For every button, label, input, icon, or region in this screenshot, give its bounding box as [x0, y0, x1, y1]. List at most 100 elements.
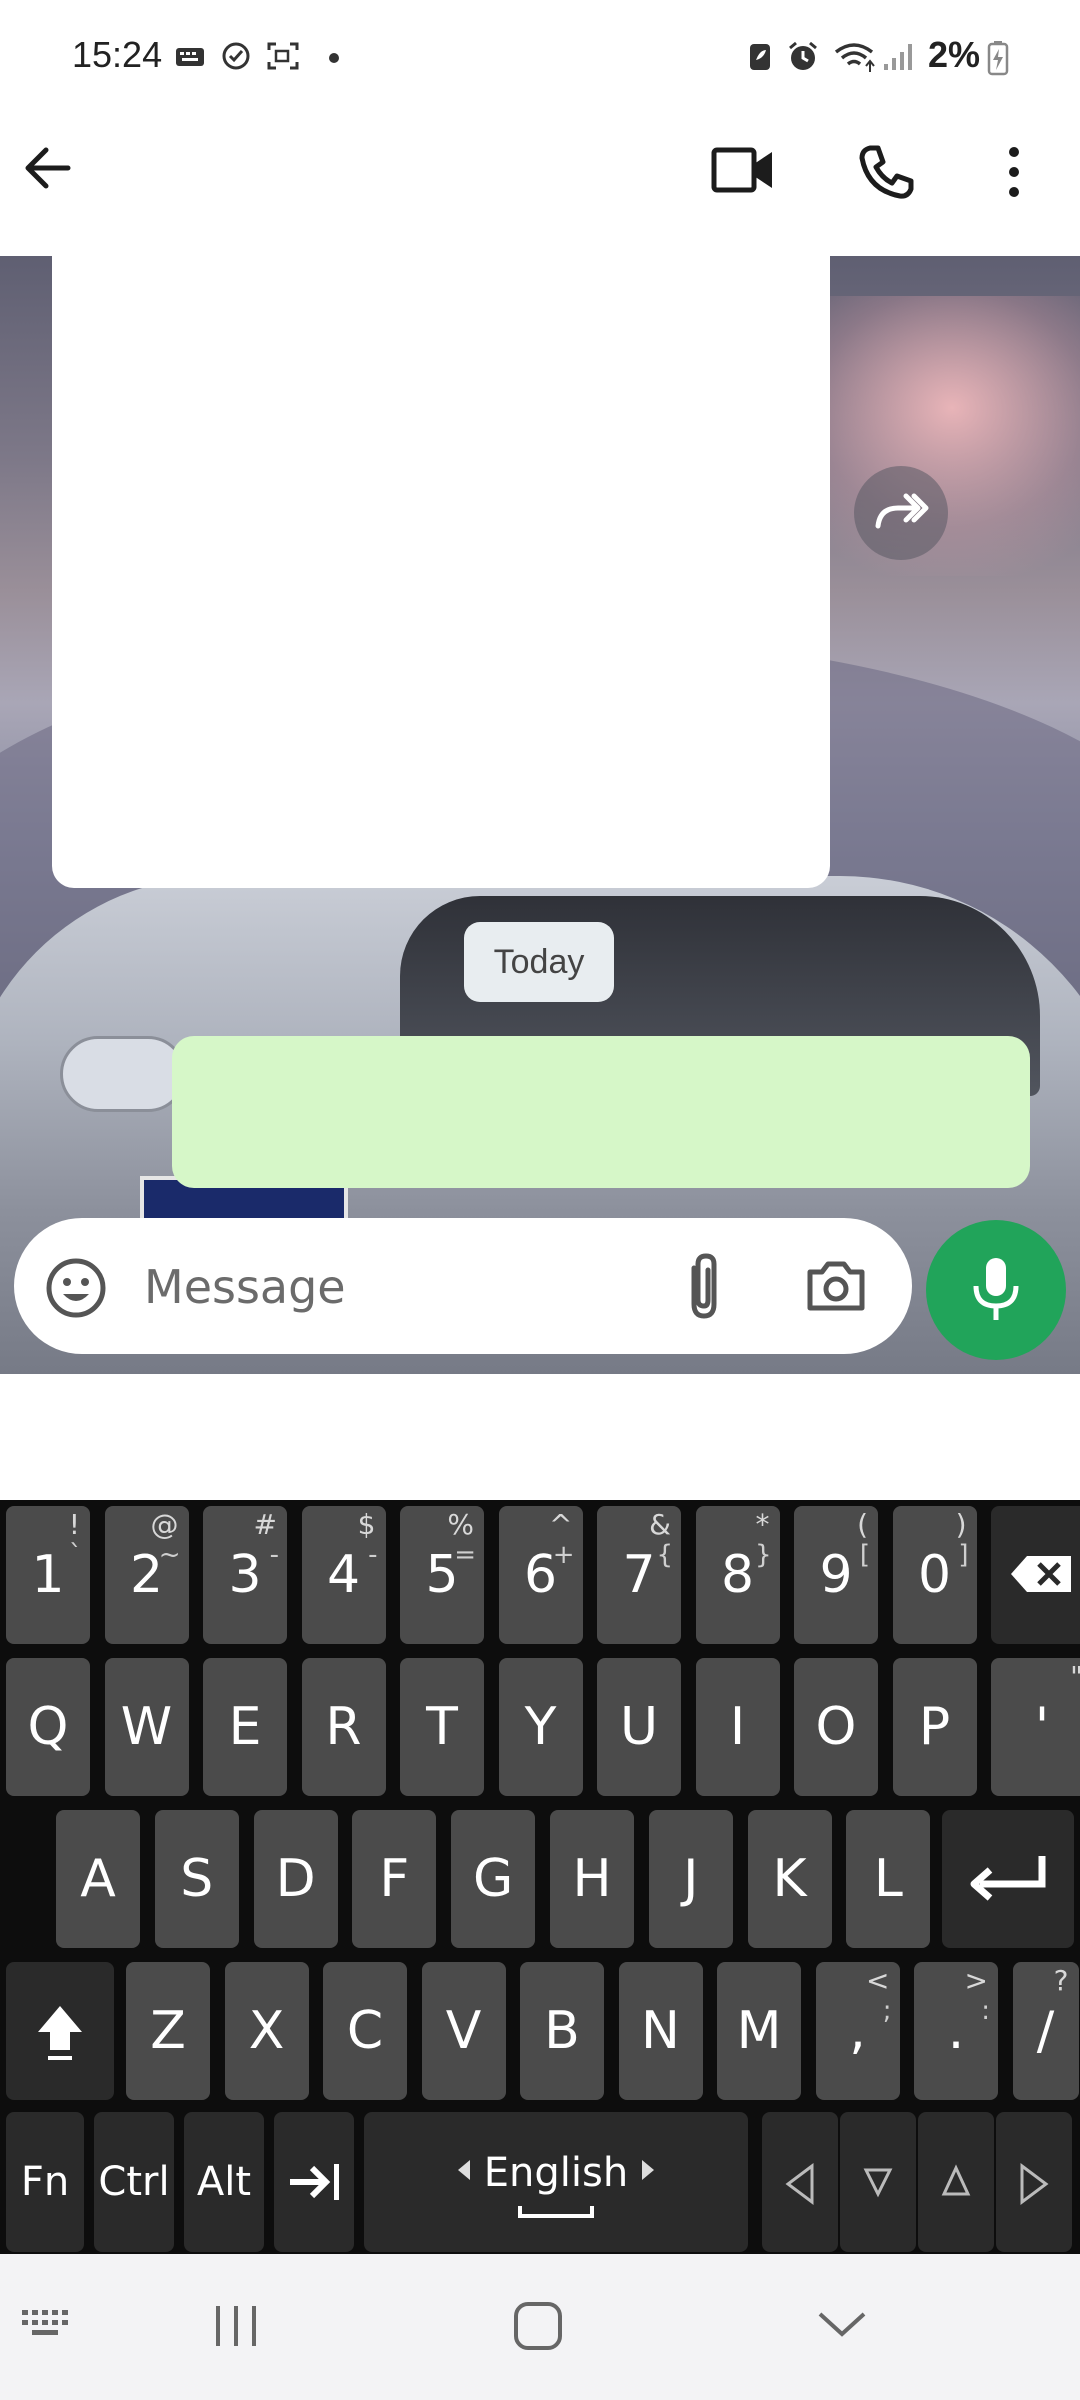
key-v[interactable]: V: [421, 1962, 506, 2100]
key-m[interactable]: M: [717, 1962, 801, 2100]
key-2[interactable]: 2 @ ~: [104, 1506, 189, 1644]
key-n[interactable]: N: [618, 1962, 703, 2100]
arrow-up-key[interactable]: [918, 2112, 994, 2252]
key-label: Z: [150, 2001, 186, 2061]
key-o[interactable]: O: [794, 1658, 878, 1796]
check-circle-icon: [222, 42, 250, 70]
key-label: B: [544, 2001, 580, 2061]
key-label: V: [445, 2001, 482, 2061]
key-alt-label: $: [357, 1508, 376, 1541]
key-label: C: [346, 2001, 384, 2061]
key-apostrophe[interactable]: '": [991, 1658, 1080, 1796]
space-key[interactable]: English: [364, 2112, 748, 2252]
wifi-icon: [834, 43, 875, 72]
backspace-key[interactable]: [991, 1506, 1080, 1644]
key-alt2-label: [: [859, 1540, 870, 1570]
video-call-icon[interactable]: [710, 142, 776, 198]
more-vert-icon[interactable]: [996, 142, 1032, 202]
key-8[interactable]: 8 *}: [695, 1506, 780, 1644]
key-b[interactable]: B: [520, 1962, 604, 2100]
key-9[interactable]: 9([: [794, 1506, 878, 1644]
keyboard-toggle-icon[interactable]: [18, 2304, 78, 2344]
key-label: /: [1036, 2001, 1055, 2061]
key-5[interactable]: 5% =: [400, 1506, 484, 1644]
key-s[interactable]: S: [154, 1810, 239, 1948]
key-1[interactable]: 1! `: [6, 1506, 90, 1644]
key-alt2-label: +: [552, 1540, 575, 1570]
key-slash[interactable]: /?: [1012, 1962, 1079, 2100]
keyboard-icon: [176, 48, 204, 66]
key-i[interactable]: I: [695, 1658, 780, 1796]
arrow-down-key[interactable]: [840, 2112, 916, 2252]
incoming-message-bubble[interactable]: [52, 256, 830, 888]
message-input[interactable]: Message: [144, 1260, 346, 1314]
key-y[interactable]: Y: [498, 1658, 583, 1796]
message-composer[interactable]: Message: [14, 1218, 912, 1354]
voice-record-button[interactable]: [926, 1220, 1066, 1360]
emoji-icon[interactable]: [44, 1256, 108, 1320]
recents-icon[interactable]: [210, 2300, 262, 2352]
key-k[interactable]: K: [747, 1810, 832, 1948]
key-w[interactable]: W: [104, 1658, 189, 1796]
key-comma[interactable]: , <;: [815, 1962, 900, 2100]
enter-key[interactable]: [942, 1810, 1074, 1948]
language-label: English: [483, 2150, 629, 2196]
key-label: E: [228, 1697, 262, 1757]
arrow-left-key[interactable]: [762, 2112, 838, 2252]
attach-icon[interactable]: [674, 1248, 730, 1324]
key-label: Alt: [196, 2159, 252, 2205]
outgoing-message-bubble[interactable]: [172, 1036, 1030, 1188]
chevron-down-icon[interactable]: [812, 2304, 872, 2344]
key-label: I: [729, 1697, 746, 1757]
key-6[interactable]: 6 ^ +: [498, 1506, 583, 1644]
key-r[interactable]: R: [301, 1658, 386, 1796]
key-a[interactable]: A: [56, 1810, 140, 1948]
wallpaper-headlight: [60, 1036, 186, 1112]
key-e[interactable]: E: [203, 1658, 287, 1796]
key-alt-label: ": [1070, 1660, 1080, 1693]
key-t[interactable]: T: [400, 1658, 484, 1796]
key-j[interactable]: J: [648, 1810, 733, 1948]
key-p[interactable]: P: [892, 1658, 977, 1796]
arrow-back-icon[interactable]: [20, 140, 76, 196]
key-d[interactable]: D: [253, 1810, 338, 1948]
phone-icon[interactable]: [856, 142, 916, 202]
fn-key[interactable]: Fn: [6, 2112, 84, 2252]
shift-key[interactable]: [6, 1962, 114, 2100]
arrow-right-key[interactable]: [996, 2112, 1072, 2252]
home-icon[interactable]: [510, 2298, 566, 2354]
key-alt2-label: =: [454, 1540, 476, 1570]
mic-icon: [973, 1258, 1019, 1320]
key-4[interactable]: 4 $ -: [301, 1506, 386, 1644]
key-c[interactable]: C: [323, 1962, 407, 2100]
key-h[interactable]: H: [550, 1810, 634, 1948]
key-q[interactable]: Q: [6, 1658, 90, 1796]
key-g[interactable]: G: [451, 1810, 536, 1948]
key-alt-label: ?: [1053, 1964, 1069, 1997]
chat-area[interactable]: Today Message: [0, 256, 1080, 1374]
camera-icon[interactable]: [804, 1254, 868, 1318]
battery-percent: 2%: [928, 34, 981, 75]
forward-icon: [875, 493, 929, 529]
alt-key[interactable]: Alt: [184, 2112, 264, 2252]
key-period[interactable]: . >:: [914, 1962, 998, 2100]
backspace-icon: [1011, 1556, 1071, 1592]
dot-icon: [329, 53, 339, 63]
key-f[interactable]: F: [352, 1810, 437, 1948]
key-z[interactable]: Z: [126, 1962, 210, 2100]
key-u[interactable]: U: [597, 1658, 681, 1796]
tab-key[interactable]: [274, 2112, 354, 2252]
key-0[interactable]: 0)]: [892, 1506, 977, 1644]
key-label: R: [325, 1697, 362, 1757]
alarm-icon: [789, 41, 817, 70]
ctrl-key[interactable]: Ctrl: [94, 2112, 174, 2252]
key-label: W: [120, 1697, 173, 1757]
key-3[interactable]: 3 # -: [203, 1506, 287, 1644]
key-label: H: [572, 1849, 612, 1909]
key-7[interactable]: 7 &{: [597, 1506, 681, 1644]
forward-button[interactable]: [854, 466, 948, 560]
key-x[interactable]: X: [224, 1962, 309, 2100]
key-l[interactable]: L: [846, 1810, 931, 1948]
key-label: S: [180, 1849, 214, 1909]
arrow-left-icon: [785, 2163, 814, 2205]
